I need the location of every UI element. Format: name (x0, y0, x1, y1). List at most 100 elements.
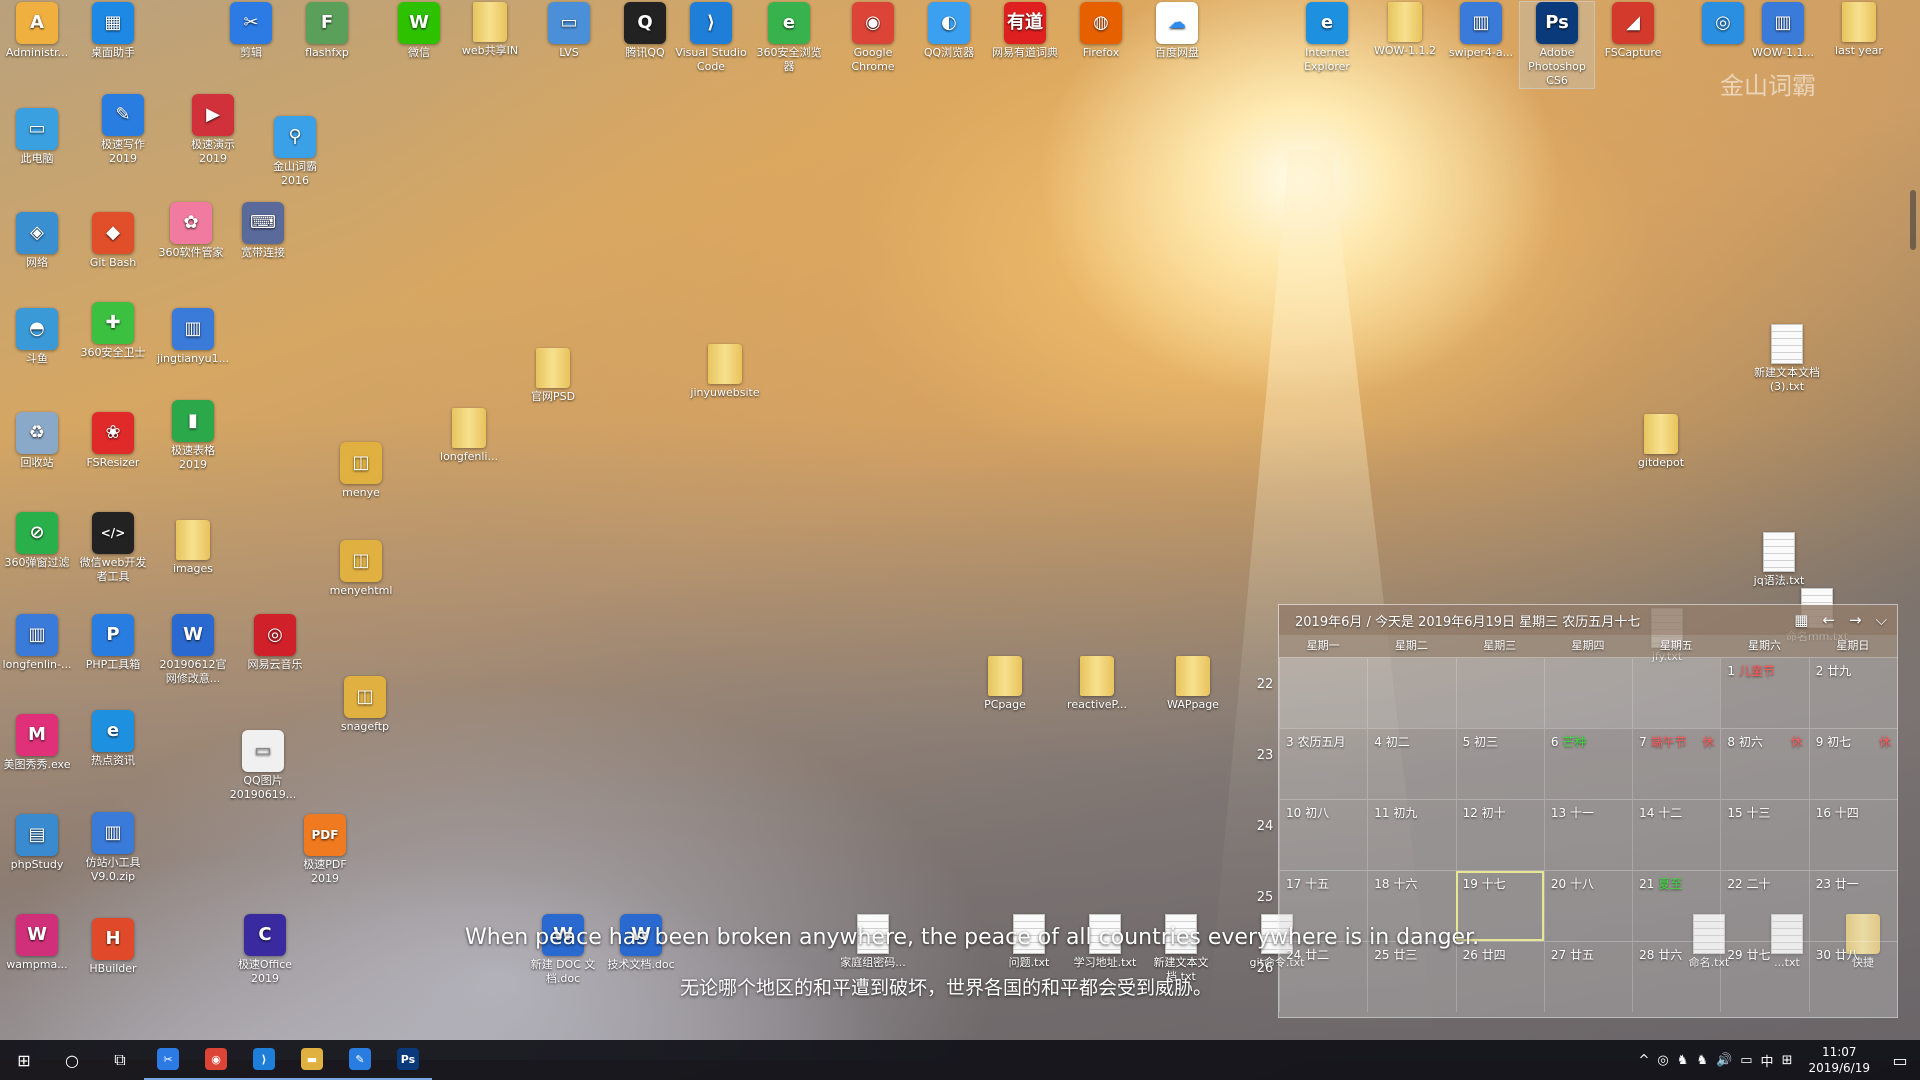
desktop-icon[interactable]: ◓ 斗鱼 (0, 308, 74, 366)
desktop-icon[interactable]: e 热点资讯 (76, 710, 150, 768)
action-center-button[interactable]: ▭ (1880, 1051, 1920, 1070)
desktop-icon[interactable]: Wwampma... (0, 914, 74, 972)
calendar-day[interactable]: 21 夏至 (1632, 871, 1720, 941)
desktop-icon[interactable]: ❀ FSResizer (76, 412, 150, 470)
desktop-icon[interactable]: ▥ swiper4-a... (1444, 2, 1518, 60)
desktop-icon[interactable]: ◫ menye (324, 442, 398, 500)
calendar-day[interactable]: 26 廿四 (1455, 942, 1544, 1012)
desktop-icon[interactable]: ◫ snageftp (328, 676, 402, 734)
desktop-icon[interactable]: ◍ Firefox (1064, 2, 1138, 60)
desktop-icon[interactable]: ✿ 360软件管家 (154, 202, 228, 260)
desktop-icon[interactable]: ▮ 极速表格 2019 (156, 400, 230, 472)
desktop-icon[interactable]: ◉ Google Chrome (836, 2, 910, 74)
desktop-icon[interactable]: PCpage (968, 656, 1042, 712)
desktop-icon[interactable]: ⚲ 金山词霸 2016 (258, 116, 332, 188)
desktop-icon[interactable]: Ps Adobe Photoshop CS6 (1519, 1, 1595, 89)
calendar-day[interactable]: 23 廿一 (1808, 871, 1897, 941)
tray-icon[interactable]: ♞ (1677, 1053, 1689, 1068)
desktop-icon[interactable]: ⌨ 宽带连接 (226, 202, 300, 260)
desktop-icon[interactable]: ⟩ Visual Studio Code (674, 2, 748, 74)
calendar-day[interactable]: 13 十一 (1543, 800, 1632, 870)
calendar-day[interactable]: 27 廿五 (1543, 942, 1632, 1012)
desktop-icon[interactable]: images (156, 520, 230, 576)
taskbar-clock[interactable]: 11:07 2019/6/19 (1798, 1044, 1880, 1076)
calendar-day[interactable]: 4 初二 (1367, 729, 1455, 799)
desktop-icon[interactable]: H HBuilder (76, 918, 150, 976)
desktop-icon[interactable]: ▶ 极速演示 2019 (176, 94, 250, 166)
desktop-icon[interactable]: 有道 网易有道词典 (988, 2, 1062, 60)
taskbar-app-chrome[interactable]: ◉ (192, 1040, 240, 1080)
desktop-icon[interactable]: ◐ QQ浏览器 (912, 2, 986, 60)
calendar-prev-icon[interactable]: ← (1822, 611, 1835, 629)
taskbar-app-writer[interactable]: ✎ (336, 1040, 384, 1080)
desktop-icon[interactable]: ▭ QQ图片20190619... (226, 730, 300, 802)
tray-icon[interactable]: 🔊 (1716, 1053, 1732, 1068)
desktop-icon[interactable]: e Internet Explorer (1290, 2, 1364, 74)
desktop-icon[interactable]: ✎ 极速写作 2019 (86, 94, 160, 166)
desktop-icon[interactable]: W 20190612官网修改意... (156, 614, 230, 686)
calendar-day[interactable]: 9 初七 休 (1808, 729, 1897, 799)
calendar-day[interactable]: 24 廿二 (1279, 942, 1367, 1012)
taskbar-app-clip[interactable]: ✂ (144, 1040, 192, 1080)
calendar-day[interactable]: 7 端午节 休 (1632, 729, 1720, 799)
calendar-day[interactable]: 25 廿三 (1367, 942, 1455, 1012)
desktop-icon[interactable]: ◎ 网易云音乐 (238, 614, 312, 672)
calendar-day[interactable]: 29 廿七 (1720, 942, 1808, 1012)
desktop-icon[interactable]: jq语法.txt (1742, 532, 1816, 588)
tray-icon[interactable]: ◎ (1657, 1053, 1668, 1068)
calendar-day[interactable]: 30 廿八 (1808, 942, 1897, 1012)
desktop-icon[interactable]: gitdepot (1624, 414, 1698, 470)
calendar-day[interactable]: 28 廿六 (1632, 942, 1720, 1012)
desktop-icon[interactable]: ◆ Git Bash (76, 212, 150, 270)
desktop-icon[interactable]: WAPpage (1156, 656, 1230, 712)
desktop-icon[interactable]: ◫ menyehtml (324, 540, 398, 598)
calendar-day[interactable]: 16 十四 (1808, 800, 1897, 870)
desktop-icon[interactable]: 官网PSD (516, 348, 590, 404)
desktop-icon[interactable]: ▭ LVS (532, 2, 606, 60)
calendar-day[interactable]: 22 二十 (1720, 871, 1808, 941)
desktop-icon[interactable]: Fflashfxp (290, 2, 364, 60)
tray-icon[interactable]: ▭ (1740, 1053, 1752, 1068)
tray-icon[interactable]: ⊞ (1782, 1053, 1793, 1068)
calendar-date-picker-icon[interactable]: ▦ (1794, 611, 1808, 629)
desktop-icon[interactable]: WOW-1.1.2 (1368, 2, 1442, 58)
desktop-icon[interactable]: ⊘ 360弹窗过滤 (0, 512, 74, 570)
desktop-icon[interactable]: ✂ 剪辑 (214, 2, 288, 60)
desktop-icon[interactable]: ▥ longfenlin-... (0, 614, 74, 672)
calendar-day[interactable]: 2 廿九 (1808, 658, 1897, 728)
taskbar-app-vscode[interactable]: ⟩ (240, 1040, 288, 1080)
tray-icon[interactable]: 中 (1761, 1051, 1774, 1070)
calendar-day[interactable]: 3 农历五月 (1279, 729, 1367, 799)
desktop-icon[interactable]: A Administr... (0, 2, 74, 60)
start-button[interactable]: ⊞ (0, 1040, 48, 1080)
desktop-icon[interactable]: reactiveP... (1060, 656, 1134, 712)
calendar-day[interactable]: 15 十三 (1720, 800, 1808, 870)
desktop-icon[interactable]: jinyuwebsite (688, 344, 762, 400)
desktop-icon[interactable]: ▥ 仿站小工具V9.0.zip (76, 812, 150, 884)
desktop-icon[interactable]: PDF 极速PDF 2019 (288, 814, 362, 886)
desktop-icon[interactable]: ▥ jingtianyu1... (156, 308, 230, 366)
desktop-icon[interactable]: ▦ 桌面助手 (76, 2, 150, 60)
desktop-icon[interactable]: 新建文本文档 (3).txt (1750, 324, 1824, 394)
desktop-icon[interactable]: last year (1822, 2, 1896, 58)
search-button[interactable]: ○ (48, 1040, 96, 1080)
desktop-icon[interactable]: ▥ WOW-1.1... (1746, 2, 1820, 60)
calendar-day[interactable]: 1 儿童节 (1720, 658, 1808, 728)
desktop-icon[interactable]: longfenli... (432, 408, 506, 464)
desktop-icon[interactable]: ▤ phpStudy (0, 814, 74, 872)
calendar-day[interactable]: 8 初六 休 (1720, 729, 1808, 799)
desktop-icon[interactable]: ◈ 网络 (0, 212, 74, 270)
desktop-icon[interactable]: e 360安全浏览器 (752, 2, 826, 74)
desktop-icon[interactable]: M 美图秀秀.exe (0, 714, 74, 772)
calendar-day[interactable]: 6 芒种 (1543, 729, 1632, 799)
desktop-icon[interactable]: ▭ 此电脑 (0, 108, 74, 166)
desktop-scrollbar[interactable] (1910, 190, 1916, 250)
calendar-next-icon[interactable]: → (1849, 611, 1862, 629)
calendar-day[interactable]: 12 初十 (1455, 800, 1544, 870)
desktop-icon[interactable]: P PHP工具箱 (76, 614, 150, 672)
desktop-icon[interactable]: Q 腾讯QQ (608, 2, 682, 60)
desktop-icon[interactable]: web共享IN (453, 2, 527, 58)
desktop-icon[interactable]: ♻ 回收站 (0, 412, 74, 470)
calendar-collapse-icon[interactable]: ⌵ (1876, 611, 1887, 629)
taskbar-app-photoshop[interactable]: Ps (384, 1040, 432, 1080)
